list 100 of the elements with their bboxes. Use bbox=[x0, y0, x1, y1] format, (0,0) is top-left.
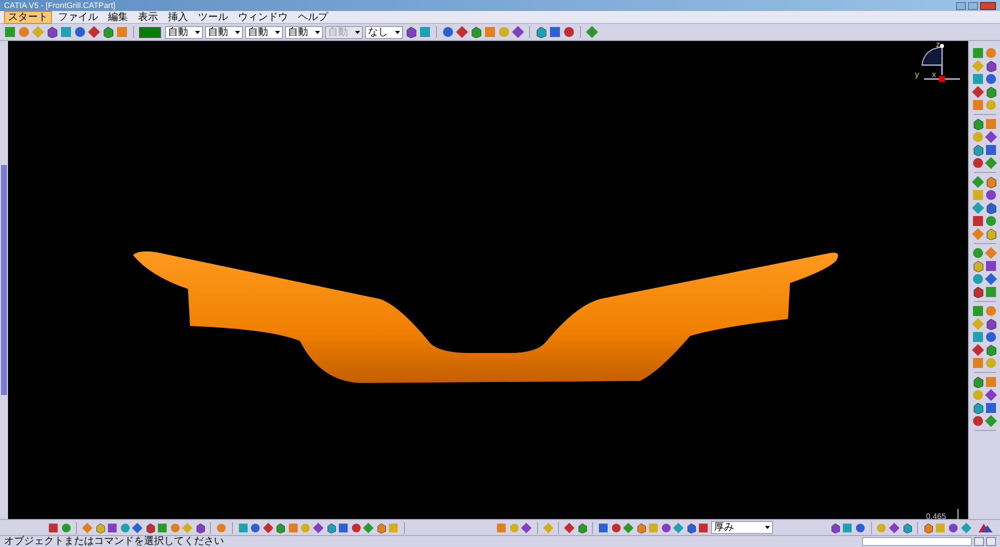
diamond-icon[interactable] bbox=[985, 273, 997, 285]
cube-icon[interactable] bbox=[985, 202, 997, 214]
property-dropdown[interactable]: 自動 bbox=[205, 26, 243, 38]
cube-icon[interactable] bbox=[985, 86, 997, 98]
cube-icon[interactable] bbox=[972, 118, 984, 130]
cube-icon[interactable] bbox=[972, 144, 984, 156]
menu-item[interactable]: ウィンドウ bbox=[234, 10, 292, 24]
square-icon[interactable] bbox=[549, 26, 561, 38]
cube-icon[interactable] bbox=[922, 522, 934, 534]
diamond-icon[interactable] bbox=[512, 26, 524, 38]
caret-icon[interactable] bbox=[395, 30, 400, 34]
diamond-icon[interactable] bbox=[132, 522, 143, 534]
render-style-dropdown[interactable]: 厚み bbox=[710, 521, 774, 534]
square-icon[interactable] bbox=[985, 402, 997, 414]
cube-icon[interactable] bbox=[46, 26, 58, 38]
circle-icon[interactable] bbox=[170, 522, 180, 534]
cube-icon[interactable] bbox=[94, 522, 106, 534]
menu-item[interactable]: 挿入 bbox=[164, 10, 192, 24]
menu-item[interactable]: ツール bbox=[194, 10, 232, 24]
diamond-icon[interactable] bbox=[88, 26, 100, 38]
circle-icon[interactable] bbox=[972, 415, 984, 427]
diamond-icon[interactable] bbox=[521, 522, 532, 534]
circle-icon[interactable] bbox=[948, 522, 959, 534]
caret-icon[interactable] bbox=[275, 30, 280, 34]
property-dropdown[interactable]: 自動 bbox=[165, 26, 203, 38]
circle-icon[interactable] bbox=[985, 73, 997, 85]
circle-icon[interactable] bbox=[985, 331, 997, 343]
maximize-button[interactable] bbox=[968, 2, 978, 10]
circle-icon[interactable] bbox=[18, 26, 30, 38]
diamond-icon[interactable] bbox=[985, 131, 997, 143]
cube-icon[interactable] bbox=[144, 522, 156, 534]
caret-icon[interactable] bbox=[315, 30, 320, 34]
cube-icon[interactable] bbox=[576, 522, 588, 534]
circle-icon[interactable] bbox=[563, 26, 575, 38]
diamond-icon[interactable] bbox=[985, 389, 997, 401]
diamond-icon[interactable] bbox=[985, 415, 997, 427]
menu-item[interactable]: 表示 bbox=[134, 10, 162, 24]
caret-icon[interactable] bbox=[765, 526, 770, 529]
diamond-icon[interactable] bbox=[313, 522, 324, 534]
circle-icon[interactable] bbox=[350, 522, 362, 534]
diamond-icon[interactable] bbox=[972, 86, 984, 98]
square-icon[interactable] bbox=[985, 144, 997, 156]
square-icon[interactable] bbox=[4, 26, 16, 38]
minimize-button[interactable] bbox=[956, 2, 966, 10]
caret-icon[interactable] bbox=[195, 30, 200, 34]
cube-icon[interactable] bbox=[985, 176, 997, 188]
cube-icon[interactable] bbox=[194, 522, 206, 534]
square-icon[interactable] bbox=[972, 215, 984, 227]
cube-icon[interactable] bbox=[972, 286, 984, 298]
circle-icon[interactable] bbox=[216, 522, 227, 534]
square-icon[interactable] bbox=[338, 522, 349, 534]
diamond-icon[interactable] bbox=[985, 157, 997, 169]
square-icon[interactable] bbox=[48, 522, 59, 534]
property-dropdown[interactable]: 自動 bbox=[245, 26, 283, 38]
cube-icon[interactable] bbox=[985, 318, 997, 330]
square-icon[interactable] bbox=[107, 522, 118, 534]
menu-item[interactable]: スタート bbox=[4, 10, 52, 24]
diamond-icon[interactable] bbox=[972, 344, 984, 356]
square-icon[interactable] bbox=[698, 522, 709, 534]
square-icon[interactable] bbox=[598, 522, 609, 534]
menu-item[interactable]: 編集 bbox=[104, 10, 132, 24]
cube-icon[interactable] bbox=[275, 522, 286, 534]
diamond-icon[interactable] bbox=[586, 26, 598, 38]
cube-icon[interactable] bbox=[326, 522, 336, 534]
diamond-icon[interactable] bbox=[960, 522, 972, 534]
color-swatch[interactable] bbox=[139, 26, 161, 38]
diamond-icon[interactable] bbox=[972, 176, 984, 188]
circle-icon[interactable] bbox=[972, 157, 984, 169]
circle-icon[interactable] bbox=[74, 26, 86, 38]
circle-icon[interactable] bbox=[250, 522, 261, 534]
circle-icon[interactable] bbox=[660, 522, 672, 534]
scroll-thumb[interactable] bbox=[1, 165, 7, 395]
cube-icon[interactable] bbox=[405, 26, 417, 38]
close-button[interactable] bbox=[980, 2, 996, 10]
square-icon[interactable] bbox=[985, 260, 997, 272]
diamond-icon[interactable] bbox=[564, 522, 575, 534]
circle-icon[interactable] bbox=[120, 522, 130, 534]
cube-icon[interactable] bbox=[535, 26, 547, 38]
circle-icon[interactable] bbox=[610, 522, 622, 534]
square-icon[interactable] bbox=[496, 522, 507, 534]
square-icon[interactable] bbox=[238, 522, 248, 534]
cube-icon[interactable] bbox=[902, 522, 912, 534]
diamond-icon[interactable] bbox=[456, 26, 468, 38]
circle-icon[interactable] bbox=[985, 189, 997, 201]
cube-icon[interactable] bbox=[972, 402, 984, 414]
property-dropdown[interactable]: 自動 bbox=[285, 26, 323, 38]
cube-icon[interactable] bbox=[972, 260, 984, 272]
cube-icon[interactable] bbox=[636, 522, 646, 534]
cube-icon[interactable] bbox=[686, 522, 696, 534]
diamond-icon[interactable] bbox=[888, 522, 900, 534]
cube-icon[interactable] bbox=[470, 26, 482, 38]
command-input-field[interactable] bbox=[862, 537, 972, 546]
cube-icon[interactable] bbox=[972, 376, 984, 388]
circle-icon[interactable] bbox=[855, 522, 866, 534]
circle-icon[interactable] bbox=[60, 522, 72, 534]
cube-icon[interactable] bbox=[376, 522, 386, 534]
caret-icon[interactable] bbox=[235, 30, 240, 34]
cube-icon[interactable] bbox=[102, 26, 114, 38]
property-dropdown[interactable]: なし bbox=[365, 26, 403, 38]
circle-icon[interactable] bbox=[442, 26, 454, 38]
